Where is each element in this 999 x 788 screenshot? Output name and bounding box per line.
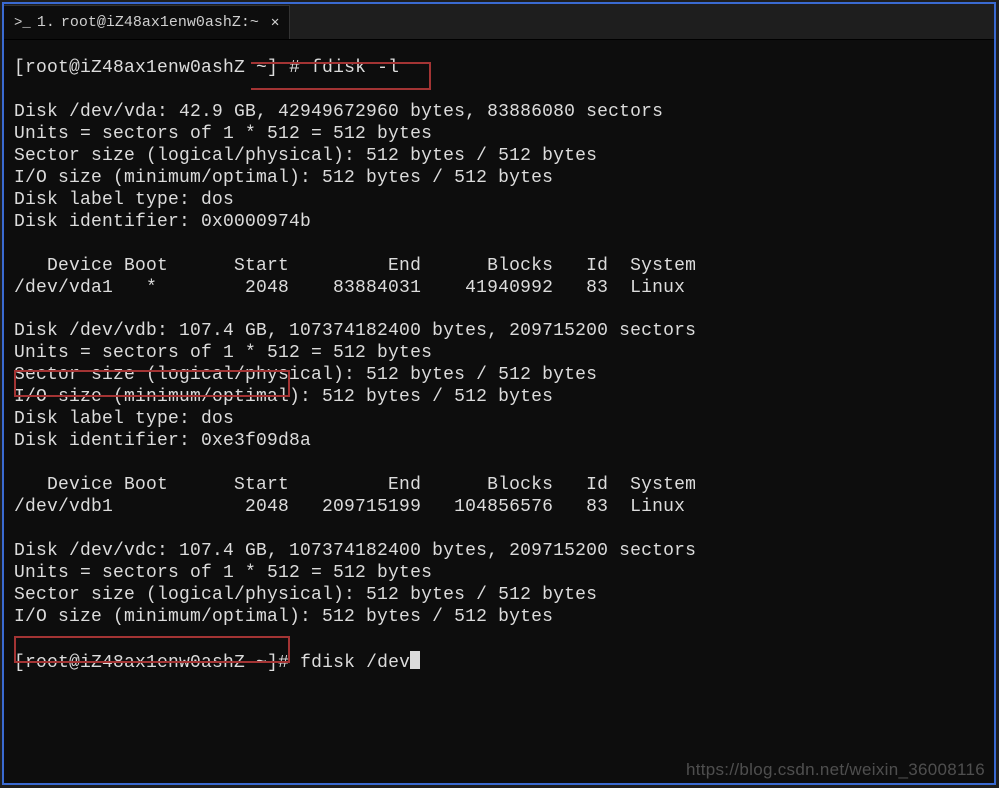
vda-table-head: Device Boot Start End Blocks Id System — [14, 256, 696, 276]
vda-io: I/O size (minimum/optimal): 512 bytes / … — [14, 168, 553, 188]
terminal-window: >_ 1. root@iZ48ax1enw0ashZ:~ ✕ [root@iZ4… — [2, 2, 996, 785]
vda-header: Disk /dev/vda: 42.9 GB, 42949672960 byte… — [14, 102, 663, 122]
command-1: fdisk -l — [311, 58, 399, 78]
prompt-userhost: [root@iZ48ax1enw0ashZ ~] — [14, 58, 278, 78]
prompt-hash-2: # — [278, 653, 289, 673]
vdb-label: Disk label type: dos — [14, 409, 234, 429]
prompt-hash: # — [289, 58, 300, 78]
cursor-icon — [410, 651, 420, 669]
vda-sector: Sector size (logical/physical): 512 byte… — [14, 146, 597, 166]
vdb-sector: Sector size (logical/physical): 512 byte… — [14, 365, 597, 385]
tab-bar: >_ 1. root@iZ48ax1enw0ashZ:~ ✕ — [4, 4, 994, 40]
vda-table-row: /dev/vda1 * 2048 83884031 41940992 83 Li… — [14, 278, 685, 298]
terminal-body[interactable]: [root@iZ48ax1enw0ashZ ~] # fdisk -l Disk… — [4, 40, 994, 685]
tab-title: root@iZ48ax1enw0ashZ:~ — [61, 14, 259, 31]
vdb-table-row: /dev/vdb1 2048 209715199 104856576 83 Li… — [14, 497, 685, 517]
vdb-header: Disk /dev/vdb: 107.4 GB, 107374182400 by… — [14, 321, 696, 341]
prompt-userhost-2: [root@iZ48ax1enw0ashZ ~] — [14, 653, 278, 673]
vdc-header: Disk /dev/vdc: 107.4 GB, 107374182400 by… — [14, 541, 696, 561]
watermark: https://blog.csdn.net/weixin_36008116 — [686, 760, 985, 780]
command-2: fdisk /dev — [300, 653, 410, 673]
vdc-io: I/O size (minimum/optimal): 512 bytes / … — [14, 607, 553, 627]
tab-number: 1. — [37, 14, 55, 31]
terminal-tab[interactable]: >_ 1. root@iZ48ax1enw0ashZ:~ ✕ — [4, 5, 290, 39]
vdb-table-head: Device Boot Start End Blocks Id System — [14, 475, 696, 495]
vdb-units: Units = sectors of 1 * 512 = 512 bytes — [14, 343, 432, 363]
vdb-io: I/O size (minimum/optimal): 512 bytes / … — [14, 387, 553, 407]
vdb-id: Disk identifier: 0xe3f09d8a — [14, 431, 311, 451]
vdc-units: Units = sectors of 1 * 512 = 512 bytes — [14, 563, 432, 583]
close-icon[interactable]: ✕ — [271, 14, 279, 31]
vda-label: Disk label type: dos — [14, 190, 234, 210]
vda-units: Units = sectors of 1 * 512 = 512 bytes — [14, 124, 432, 144]
terminal-prompt-icon: >_ — [14, 15, 31, 31]
vda-id: Disk identifier: 0x0000974b — [14, 212, 311, 232]
vdc-sector: Sector size (logical/physical): 512 byte… — [14, 585, 597, 605]
